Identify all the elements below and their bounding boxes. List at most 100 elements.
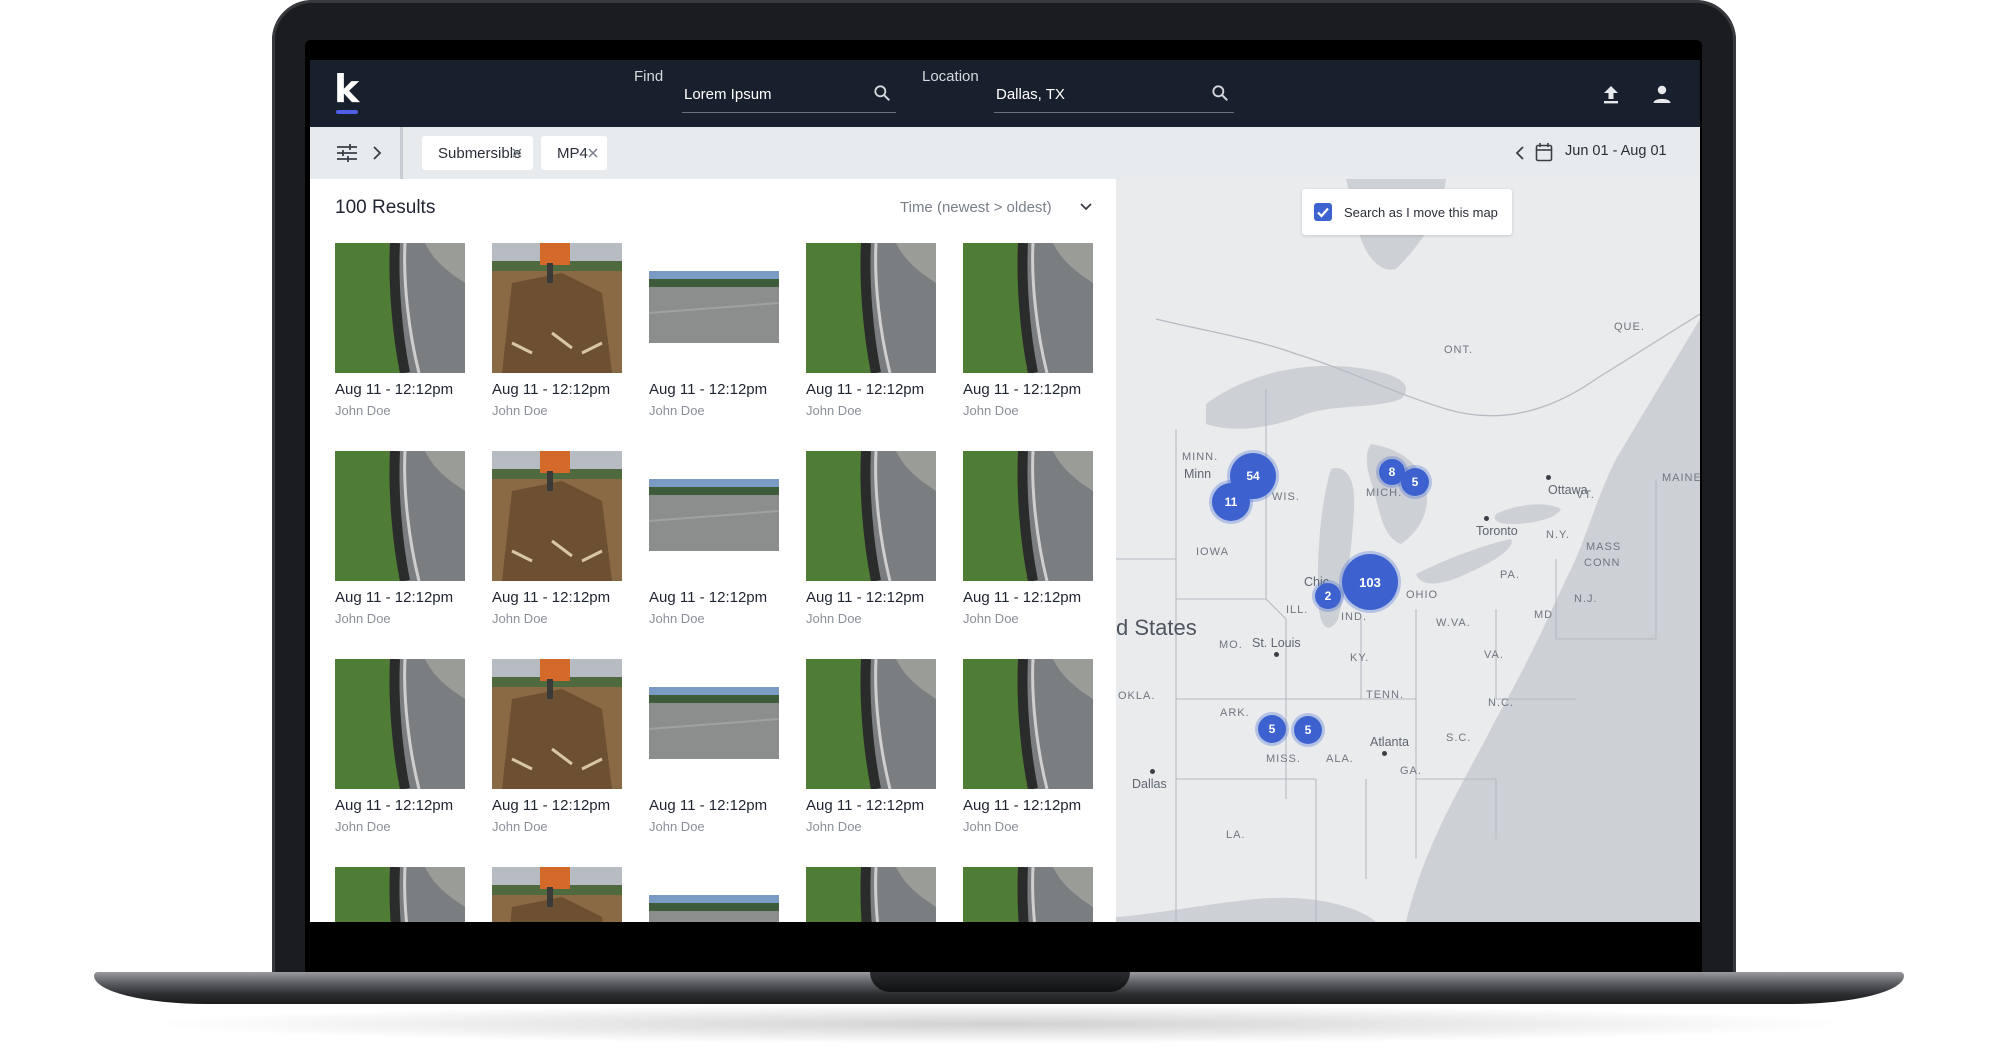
city-label: Ottawa [1548, 483, 1588, 497]
region-label: GA. [1400, 765, 1422, 777]
result-timestamp: Aug 11 - 12:12pm [492, 381, 611, 398]
result-author: John Doe [335, 819, 391, 834]
search-as-move-label: Search as I move this map [1344, 205, 1498, 220]
app-logo[interactable]: k [334, 67, 364, 116]
map-panel[interactable]: Search as I move this map QUE. ONT. MINN… [1116, 179, 1700, 922]
filter-chip-mp4[interactable]: MP4 [541, 136, 607, 170]
region-label: MICH. [1366, 487, 1403, 499]
close-icon[interactable] [587, 147, 599, 159]
result-author: John Doe [492, 611, 548, 626]
result-timestamp: Aug 11 - 12:12pm [649, 381, 768, 398]
checkmark-icon [1317, 207, 1329, 218]
city-label: Dallas [1132, 777, 1167, 791]
region-label: ILL. [1286, 604, 1309, 616]
result-thumbnail[interactable] [335, 451, 465, 581]
result-thumbnail[interactable] [806, 451, 936, 581]
chevron-left-icon[interactable] [1515, 146, 1525, 160]
result-author: John Doe [492, 819, 548, 834]
result-thumbnail[interactable] [492, 659, 622, 789]
date-range-label[interactable]: Jun 01 - Aug 01 [1565, 143, 1667, 159]
result-thumbnail[interactable] [963, 867, 1093, 922]
laptop-notch [870, 972, 1130, 992]
result-thumbnail[interactable] [963, 659, 1093, 789]
upload-icon[interactable] [1599, 82, 1623, 106]
result-timestamp: Aug 11 - 12:12pm [335, 797, 454, 814]
chevron-right-icon[interactable] [372, 146, 382, 160]
location-field[interactable]: Dallas, TX [994, 78, 1234, 113]
search-icon[interactable] [872, 83, 892, 103]
result-author: John Doe [649, 819, 705, 834]
region-label: MASS [1586, 541, 1622, 553]
map-cluster-marker[interactable]: 5 [1401, 468, 1429, 496]
map-cluster-marker[interactable]: 103 [1342, 554, 1398, 610]
location-value[interactable]: Dallas, TX [996, 86, 1065, 103]
city-dot [1150, 769, 1155, 774]
region-label: MAINE [1662, 472, 1700, 484]
city-label: Minn [1184, 467, 1212, 481]
map-cluster-marker[interactable]: 5 [1258, 715, 1286, 743]
region-label: MO. [1219, 639, 1243, 651]
region-label: LA. [1226, 829, 1246, 841]
result-author: John Doe [806, 403, 862, 418]
result-thumbnail[interactable] [649, 451, 779, 581]
checkbox-checked[interactable] [1314, 203, 1332, 221]
result-author: John Doe [649, 611, 705, 626]
map-cluster-marker[interactable]: 2 [1315, 583, 1341, 609]
region-label: OHIO [1406, 589, 1439, 601]
region-label: MD [1534, 609, 1554, 621]
search-icon[interactable] [1210, 83, 1230, 103]
results-count: 100 Results [335, 197, 436, 218]
result-timestamp: Aug 11 - 12:12pm [335, 381, 454, 398]
result-thumbnail[interactable] [963, 243, 1093, 373]
result-thumbnail[interactable] [335, 659, 465, 789]
city-label: St. Louis [1252, 636, 1301, 650]
region-label: N.Y. [1546, 529, 1570, 541]
filter-panel-toggle[interactable] [310, 127, 403, 179]
result-thumbnail[interactable] [492, 243, 622, 373]
result-timestamp: Aug 11 - 12:12pm [335, 589, 454, 606]
user-icon[interactable] [1650, 82, 1674, 106]
result-thumbnail[interactable] [649, 243, 779, 373]
result-thumbnail[interactable] [806, 659, 936, 789]
result-timestamp: Aug 11 - 12:12pm [492, 797, 611, 814]
result-thumbnail[interactable] [492, 451, 622, 581]
top-navigation-bar: k Find Lorem Ipsum Location Dallas, TX [310, 60, 1700, 127]
city-dot [1382, 751, 1387, 756]
result-thumbnail[interactable] [492, 867, 622, 922]
region-label: VA. [1484, 649, 1504, 661]
logo-letter: k [334, 67, 360, 111]
result-thumbnail[interactable] [649, 659, 779, 789]
map-cluster-marker[interactable]: 11 [1212, 483, 1250, 521]
result-timestamp: Aug 11 - 12:12pm [649, 797, 768, 814]
result-timestamp: Aug 11 - 12:12pm [806, 797, 925, 814]
find-value[interactable]: Lorem Ipsum [684, 86, 772, 103]
result-thumbnail[interactable] [335, 243, 465, 373]
city-dot [1484, 516, 1489, 521]
result-thumbnail[interactable] [806, 243, 936, 373]
calendar-icon[interactable] [1535, 142, 1553, 162]
result-timestamp: Aug 11 - 12:12pm [806, 589, 925, 606]
city-dot [1546, 475, 1551, 480]
logo-underline [336, 110, 358, 114]
result-thumbnail[interactable] [335, 867, 465, 922]
region-label: IND. [1341, 611, 1367, 623]
region-label: KY. [1350, 652, 1370, 664]
map-cluster-marker[interactable]: 5 [1294, 716, 1322, 744]
search-as-move-toggle[interactable]: Search as I move this map [1302, 189, 1512, 235]
result-thumbnail[interactable] [806, 867, 936, 922]
result-timestamp: Aug 11 - 12:12pm [963, 797, 1082, 814]
country-label: d States [1116, 615, 1197, 640]
sliders-icon[interactable] [336, 143, 358, 163]
chevron-down-icon[interactable] [1078, 199, 1094, 215]
region-label: MISS. [1266, 753, 1301, 765]
region-label: S.C. [1446, 732, 1472, 744]
sort-dropdown[interactable]: Time (newest > oldest) [900, 199, 1052, 216]
result-thumbnail[interactable] [963, 451, 1093, 581]
region-label: MINN. [1182, 451, 1219, 463]
result-thumbnail[interactable] [649, 867, 779, 922]
find-label: Find [634, 68, 664, 85]
close-icon[interactable] [511, 147, 523, 159]
region-label: WIS. [1272, 491, 1300, 503]
find-field[interactable]: Lorem Ipsum [682, 78, 896, 113]
filter-chip-submersible[interactable]: Submersible [422, 136, 533, 170]
